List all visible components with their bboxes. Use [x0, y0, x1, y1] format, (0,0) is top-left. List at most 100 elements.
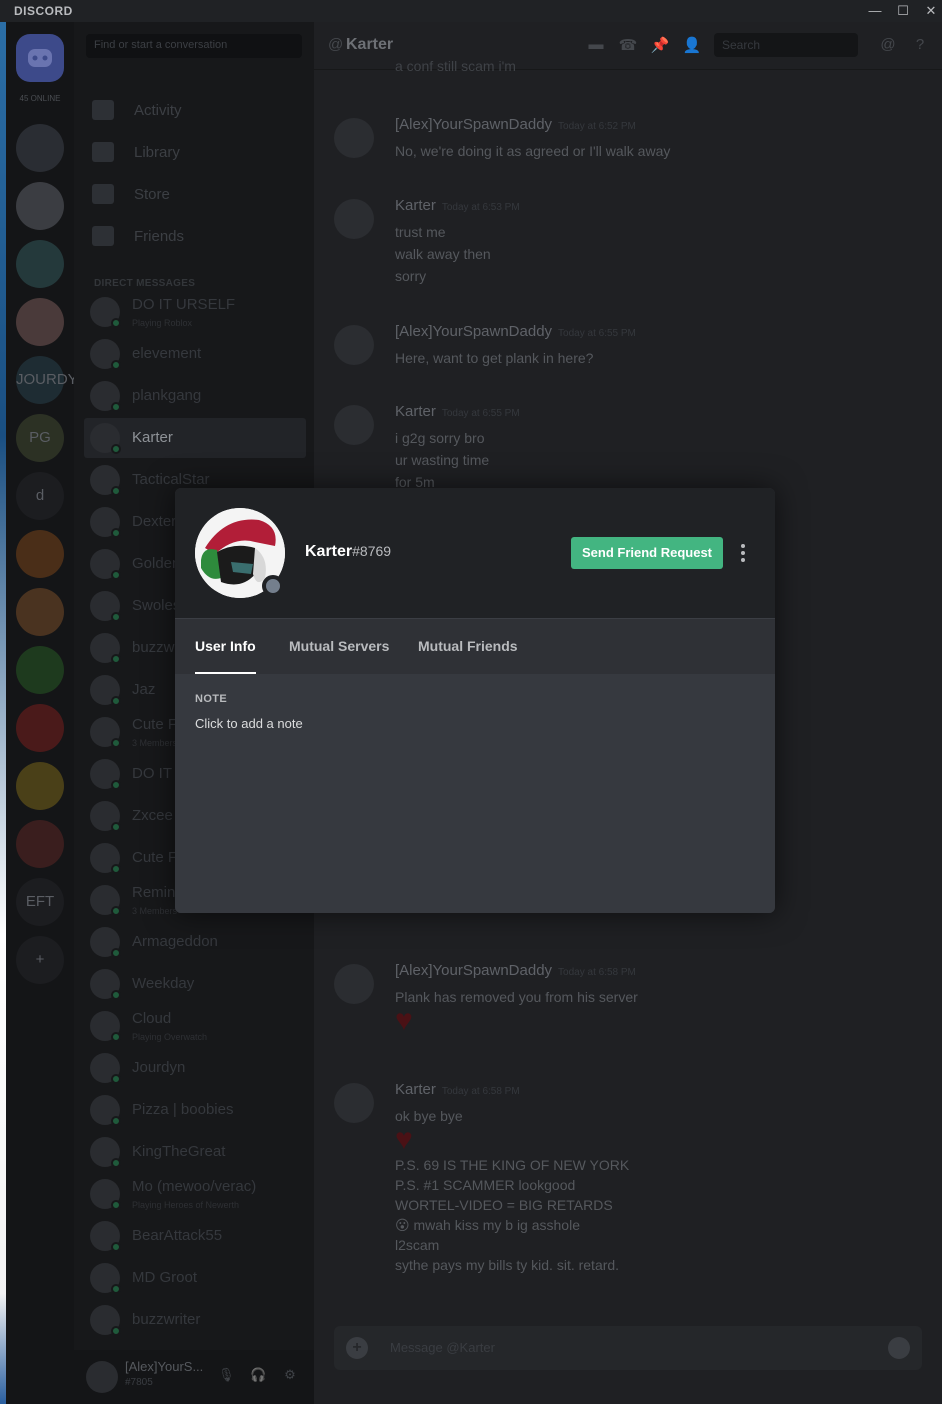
nav-label: Library	[134, 144, 180, 161]
server-pg-label: PG	[29, 429, 51, 446]
video-call-icon[interactable]: ▬	[586, 36, 606, 56]
message-line: 😮 mwah kiss my b ig asshole	[395, 1217, 580, 1233]
note-label: NOTE	[195, 693, 228, 705]
note-input[interactable]: Click to add a note	[195, 716, 303, 731]
message-timestamp: Today at 6:52 PM	[558, 121, 636, 132]
message-author[interactable]: Karter	[395, 1081, 436, 1098]
send-friend-request-button[interactable]: Send Friend Request	[571, 537, 723, 569]
server-jourdyn-icon[interactable]: JOURDYN	[16, 356, 89, 404]
dm-item[interactable]: Pizza | boobies	[84, 1090, 306, 1130]
message-composer[interactable]: + Message @Karter	[334, 1326, 922, 1370]
more-options-icon[interactable]	[735, 540, 751, 566]
message-avatar[interactable]	[334, 118, 374, 158]
minimize-button[interactable]: —	[866, 2, 884, 20]
dm-activity: Playing Overwatch	[132, 1032, 208, 1042]
tab-mutual-friends[interactable]: Mutual Friends	[418, 638, 518, 654]
mentions-icon[interactable]: @	[878, 36, 898, 56]
pin-icon[interactable]: 📌	[650, 36, 670, 56]
message-avatar[interactable]	[334, 325, 374, 365]
dm-item[interactable]: elevement	[84, 334, 306, 374]
message-timestamp: Today at 6:55 PM	[441, 408, 520, 419]
server-red-icon[interactable]	[16, 704, 64, 752]
tab-user-info[interactable]: User Info	[195, 638, 256, 674]
home-button[interactable]	[16, 34, 64, 82]
message-author[interactable]: Karter	[395, 197, 436, 214]
dm-item[interactable]: Karter	[84, 418, 306, 458]
dm-item[interactable]: Jourdyn	[84, 1048, 306, 1088]
dm-activity: Playing Heroes of Newerth	[132, 1200, 240, 1210]
dm-name: KingTheGreat	[132, 1143, 226, 1160]
server-hex-icon[interactable]	[16, 240, 64, 288]
server-eft-icon[interactable]: EFT	[16, 878, 64, 926]
nav-friends[interactable]: Friends	[88, 220, 306, 254]
find-conversation-input[interactable]: Find or start a conversation	[86, 34, 302, 58]
nav-label: Activity	[134, 102, 182, 119]
nav-library[interactable]: Library	[88, 136, 306, 170]
profile-username: Karter#8769	[305, 543, 391, 561]
scrolled-message-fragment: a conf still scam i'm	[395, 58, 516, 74]
status-dot	[111, 486, 121, 496]
server-pg-icon[interactable]: PG	[16, 414, 64, 462]
message-author[interactable]: Karter	[395, 403, 436, 420]
dm-item[interactable]: buzzwriter	[84, 1300, 306, 1340]
server-winout-icon[interactable]	[16, 124, 64, 172]
nav-activity[interactable]: Activity	[88, 94, 306, 128]
dm-name: TacticalStar	[132, 471, 210, 488]
add-server-icon[interactable]: +	[16, 936, 64, 984]
discord-app: DISCORD — ☐ ✕ 45 ONLINE JOURDYN PG d EFT + F…	[0, 0, 942, 1404]
emoji-icon[interactable]	[888, 1337, 910, 1359]
dm-item[interactable]: KingTheGreat	[84, 1132, 306, 1172]
dm-item[interactable]: Cloud Playing Overwatch	[84, 1006, 306, 1046]
dm-item[interactable]: Mo (mewoo/verac) Playing Heroes of Newert…	[84, 1174, 306, 1214]
message-avatar[interactable]	[334, 405, 374, 445]
server-house-icon[interactable]	[16, 588, 64, 636]
profile-username-text: Karter	[305, 543, 353, 560]
dm-name: Cloud	[132, 1010, 172, 1027]
voice-call-icon[interactable]: ☎	[618, 36, 638, 56]
search-input[interactable]: Search	[714, 33, 858, 57]
message-author[interactable]: [Alex]YourSpawnDaddy	[395, 323, 552, 340]
headphones-icon[interactable]: 🎧	[250, 1367, 266, 1383]
close-button[interactable]: ✕	[922, 2, 940, 20]
message-avatar[interactable]	[334, 964, 374, 1004]
dm-item[interactable]: Weekday	[84, 964, 306, 1004]
server-white-bunny-icon[interactable]	[16, 182, 64, 230]
dm-item[interactable]: plankgang	[84, 376, 306, 416]
add-friend-icon[interactable]: 👤	[682, 36, 702, 56]
settings-icon[interactable]: ⚙	[282, 1367, 298, 1383]
message-author[interactable]: [Alex]YourSpawnDaddy	[395, 116, 552, 133]
nav-store[interactable]: Store	[88, 178, 306, 212]
maximize-button[interactable]: ☐	[894, 2, 912, 20]
server-anime-icon[interactable]	[16, 298, 64, 346]
message-line: walk away then	[395, 246, 491, 262]
message-avatar[interactable]	[334, 1083, 374, 1123]
online-count: 45 ONLINE	[19, 94, 61, 103]
dm-name: buzzw	[132, 639, 175, 656]
add-server-label: +	[35, 951, 45, 968]
message-line: P.S. #1 SCAMMER lookgood	[395, 1177, 576, 1193]
dm-name: Karter	[132, 429, 173, 446]
server-yellow-icon[interactable]	[16, 762, 64, 810]
help-icon[interactable]: ?	[910, 36, 930, 56]
server-dragon-icon[interactable]	[16, 530, 64, 578]
dm-item[interactable]: MD Groot	[84, 1258, 306, 1298]
status-dot	[111, 948, 121, 958]
microphone-icon[interactable]: 🎙	[218, 1367, 235, 1383]
dm-activity: 3 Members	[132, 906, 178, 916]
user-avatar[interactable]	[86, 1361, 118, 1393]
server-dark-red-icon[interactable]	[16, 820, 64, 868]
message-input[interactable]: Message @Karter	[390, 1340, 495, 1355]
status-dot	[111, 1074, 121, 1084]
server-d-icon[interactable]: d	[16, 472, 64, 520]
dm-item[interactable]: BearAttack55	[84, 1216, 306, 1256]
status-dot	[111, 528, 121, 538]
upload-icon[interactable]: +	[346, 1337, 368, 1359]
dm-item[interactable]: DO IT URSELF Playing Roblox	[84, 292, 306, 332]
dm-item[interactable]: Armageddon	[84, 922, 306, 962]
dm-activity: 3 Members	[132, 738, 178, 748]
message-author-row: [Alex]YourSpawnDaddy Today at 6:55 PM	[395, 323, 636, 340]
tab-mutual-servers[interactable]: Mutual Servers	[289, 638, 389, 654]
server-leaf-icon[interactable]	[16, 646, 64, 694]
message-avatar[interactable]	[334, 199, 374, 239]
message-author[interactable]: [Alex]YourSpawnDaddy	[395, 962, 552, 979]
